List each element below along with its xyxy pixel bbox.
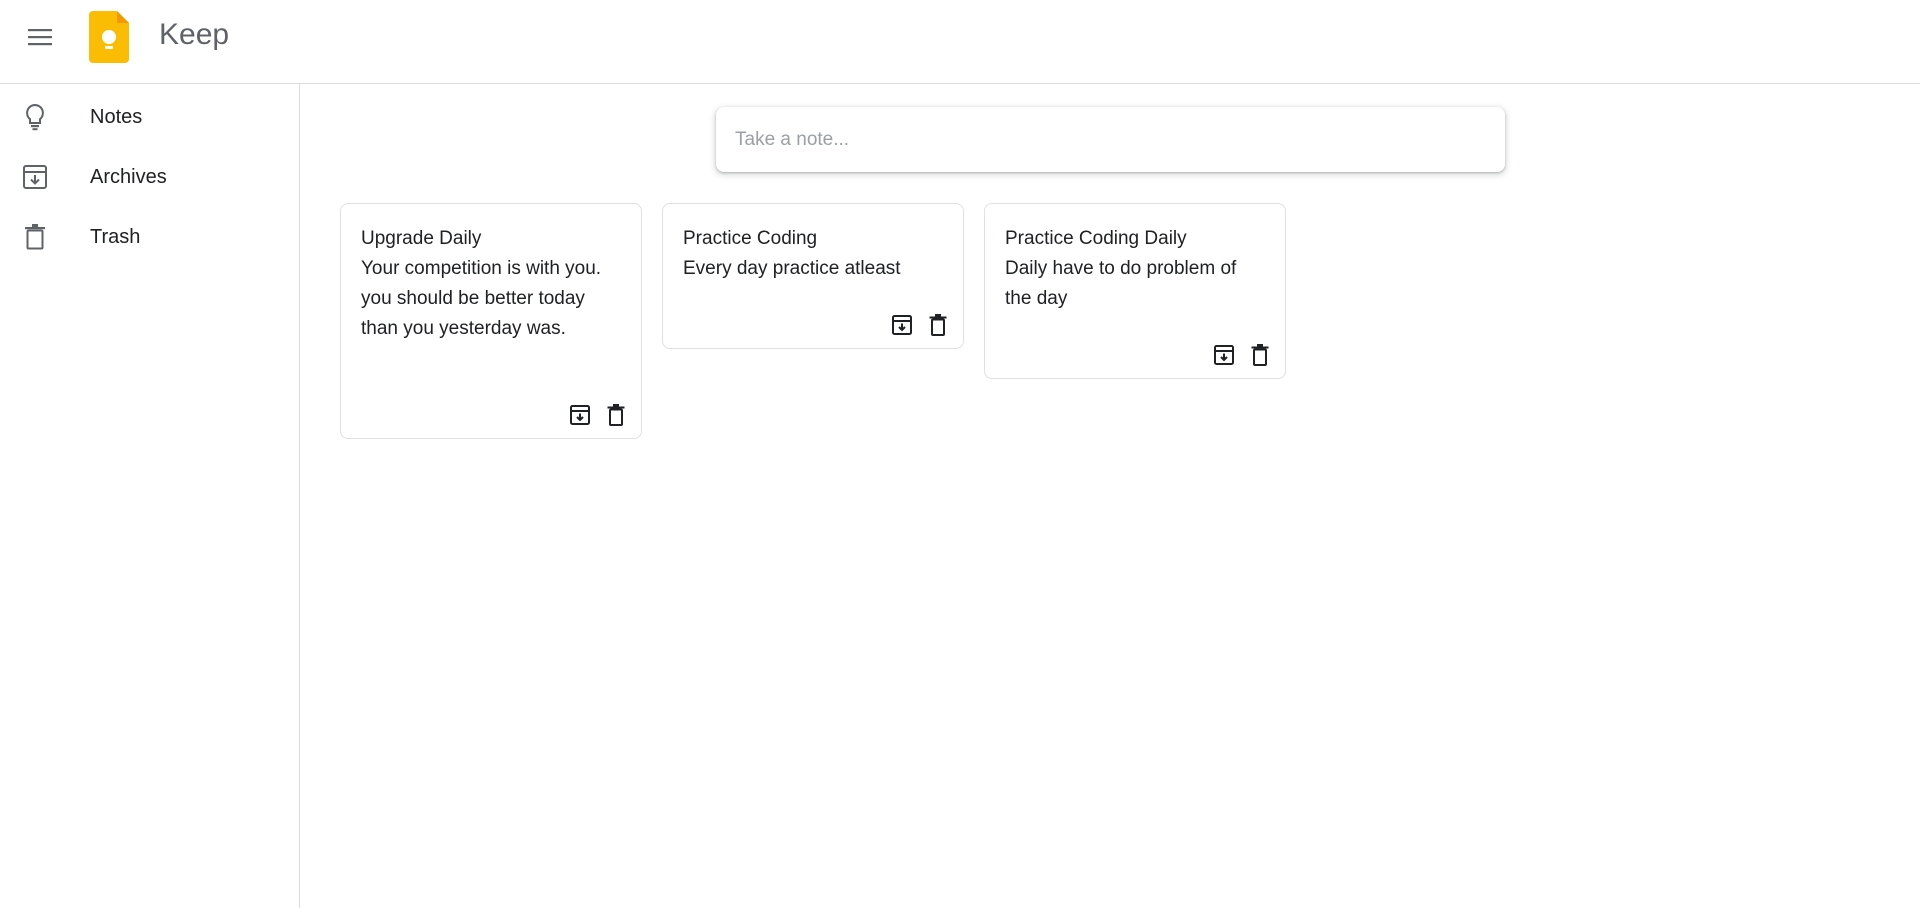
archive-icon bbox=[570, 405, 590, 425]
note-card[interactable]: Upgrade Daily Your competition is with y… bbox=[340, 203, 642, 439]
app-brand-title: Keep bbox=[159, 18, 230, 51]
trash-icon bbox=[20, 222, 50, 252]
note-actions bbox=[1211, 342, 1273, 368]
note-actions bbox=[567, 402, 629, 428]
delete-note-button[interactable] bbox=[603, 402, 629, 428]
note-actions bbox=[889, 312, 951, 338]
note-card[interactable]: Practice Coding Every day practice atlea… bbox=[662, 203, 964, 349]
main-menu-button[interactable] bbox=[20, 17, 60, 57]
keep-logo-icon bbox=[89, 11, 129, 63]
hamburger-menu-icon bbox=[28, 29, 52, 46]
note-content: Your competition is with you. you should… bbox=[361, 258, 602, 339]
archive-icon bbox=[20, 162, 50, 192]
trash-icon bbox=[929, 314, 947, 336]
take-note-input[interactable] bbox=[716, 107, 1505, 172]
sidebar: Notes Archives Trash bbox=[0, 84, 300, 908]
sidebar-item-label: Notes bbox=[90, 105, 143, 128]
archive-note-button[interactable] bbox=[567, 402, 593, 428]
note-card[interactable]: Practice Coding Daily Daily have to do p… bbox=[984, 203, 1286, 379]
archive-icon bbox=[892, 315, 912, 335]
note-title: Upgrade Daily bbox=[361, 228, 482, 249]
trash-icon bbox=[1251, 344, 1269, 366]
archive-icon bbox=[1214, 345, 1234, 365]
note-content: Every day practice atleast bbox=[683, 258, 901, 279]
sidebar-item-label: Archives bbox=[90, 165, 167, 188]
sidebar-item-notes[interactable]: Notes bbox=[0, 89, 300, 145]
sidebar-item-trash[interactable]: Trash bbox=[0, 209, 300, 265]
keep-app: Keep Notes Archives Trash Take a note...… bbox=[0, 0, 1920, 908]
note-title: Practice Coding bbox=[683, 228, 818, 249]
trash-icon bbox=[607, 404, 625, 426]
take-note-box bbox=[716, 107, 1505, 172]
archive-note-button[interactable] bbox=[1211, 342, 1237, 368]
note-content: Daily have to do problem of the day bbox=[1005, 258, 1237, 309]
sidebar-item-archives[interactable]: Archives bbox=[0, 149, 300, 205]
top-header: Keep bbox=[0, 0, 1920, 84]
delete-note-button[interactable] bbox=[925, 312, 951, 338]
sidebar-item-label: Trash bbox=[90, 225, 141, 248]
archive-note-button[interactable] bbox=[889, 312, 915, 338]
delete-note-button[interactable] bbox=[1247, 342, 1273, 368]
lightbulb-icon bbox=[20, 102, 50, 132]
note-title: Practice Coding Daily bbox=[1005, 228, 1187, 249]
